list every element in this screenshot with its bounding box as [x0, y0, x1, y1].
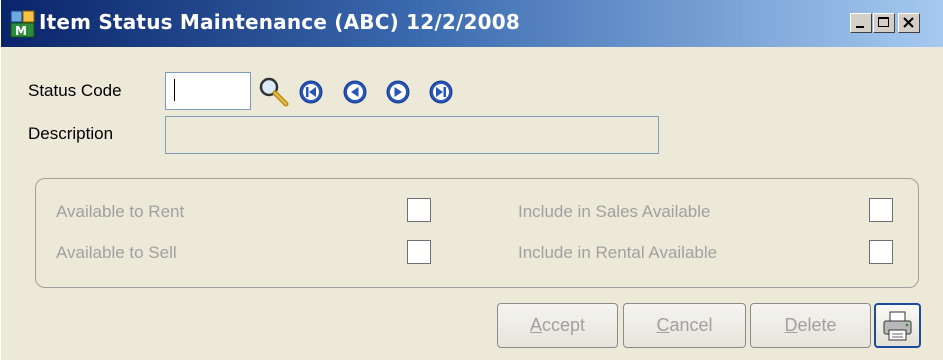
accept-button[interactable]: Accept: [497, 303, 618, 348]
include-in-rental-checkbox[interactable]: [869, 240, 893, 264]
window-title: Item Status Maintenance (ABC) 12/2/2008: [39, 10, 520, 34]
close-button[interactable]: [898, 13, 920, 33]
cancel-mnemonic: C: [656, 315, 670, 335]
include-in-rental-label: Include in Rental Available: [518, 243, 718, 262]
delete-button[interactable]: Delete: [750, 303, 871, 348]
next-record-icon[interactable]: [386, 80, 410, 104]
maximize-button[interactable]: [873, 13, 895, 33]
accept-label: ccept: [541, 315, 586, 335]
status-code-label: Status Code: [28, 81, 122, 100]
previous-record-icon[interactable]: [343, 80, 367, 104]
first-record-icon[interactable]: [299, 80, 323, 104]
available-to-sell-checkbox[interactable]: [407, 240, 431, 264]
minimize-button[interactable]: [850, 13, 872, 33]
item-status-window: M Item Status Maintenance (ABC) 12/2/200…: [0, 0, 943, 360]
include-in-sales-checkbox[interactable]: [869, 198, 893, 222]
delete-label: elete: [797, 315, 837, 335]
app-icon: M: [10, 10, 35, 38]
cancel-label: ancel: [669, 315, 713, 335]
options-group: [35, 178, 919, 288]
status-code-input[interactable]: [165, 72, 251, 110]
minimize-icon: [856, 26, 864, 28]
cancel-button[interactable]: Cancel: [623, 303, 746, 348]
accept-mnemonic: A: [529, 315, 542, 335]
maximize-icon: [878, 17, 889, 27]
last-record-icon[interactable]: [429, 80, 453, 104]
available-to-sell-label: Available to Sell: [56, 243, 177, 262]
text-caret: [174, 79, 175, 101]
available-to-rent-label: Available to Rent: [56, 202, 185, 221]
close-icon: [903, 17, 914, 28]
delete-mnemonic: D: [784, 315, 798, 335]
include-in-sales-label: Include in Sales Available: [518, 202, 711, 221]
description-label: Description: [28, 124, 114, 143]
print-button[interactable]: [874, 303, 921, 348]
description-field[interactable]: [165, 116, 659, 154]
magnifier-icon[interactable]: [257, 75, 291, 109]
svg-text:M: M: [15, 24, 27, 38]
available-to-rent-checkbox[interactable]: [407, 198, 431, 222]
printer-icon: [883, 311, 912, 341]
title-bar[interactable]: M Item Status Maintenance (ABC) 12/2/200…: [1, 0, 943, 47]
